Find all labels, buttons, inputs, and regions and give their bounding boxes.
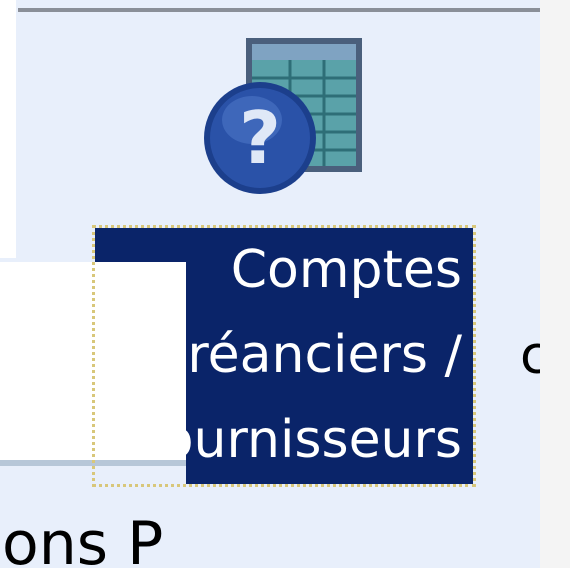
label-line-2: créanciers / [158, 325, 462, 385]
divider-line [18, 8, 540, 12]
left-pane [0, 0, 16, 258]
label-line-1: Comptes [230, 240, 462, 300]
label-line-3: fournisseurs [143, 410, 462, 470]
svg-text:?: ? [239, 96, 281, 180]
shortcut-label[interactable]: Comptes créanciers / fournisseurs [140, 228, 462, 483]
adjacent-shortcut-label[interactable]: c [520, 326, 540, 386]
help-spreadsheet-icon[interactable]: ? [204, 38, 364, 196]
shortcut-canvas: ? Comptes créanciers / fournisseurs c on… [0, 0, 540, 568]
lower-shortcut-label[interactable]: ons P [2, 514, 163, 568]
